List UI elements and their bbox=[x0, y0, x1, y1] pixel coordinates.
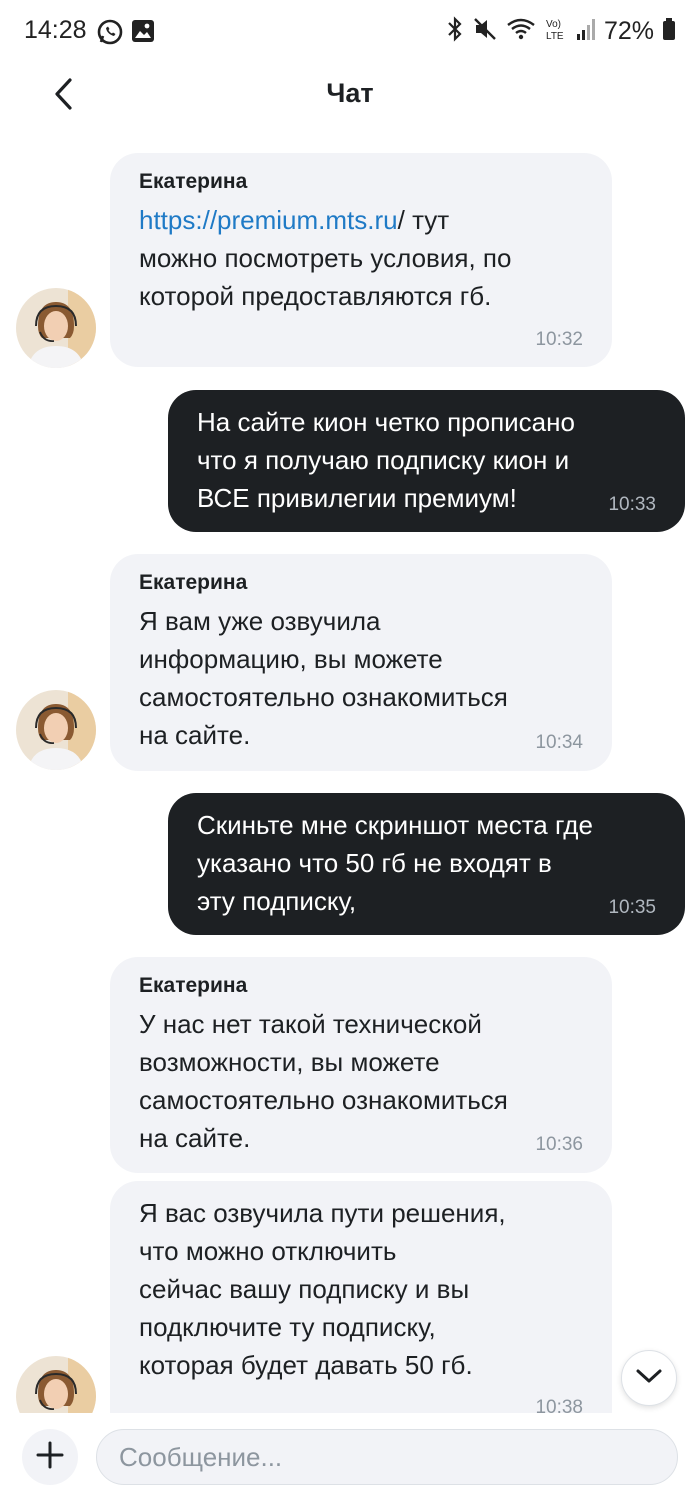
svg-text:LTE: LTE bbox=[546, 31, 564, 42]
message-time: 10:33 bbox=[608, 494, 656, 515]
signal-icon bbox=[576, 17, 596, 46]
chevron-down-icon bbox=[635, 1367, 663, 1390]
message-link[interactable]: https://premium.mts.ru bbox=[139, 205, 398, 235]
incoming-message: Екатерина https://premium.mts.ru/ тут мо… bbox=[110, 153, 612, 367]
wifi-icon bbox=[506, 16, 536, 47]
message-text: https://premium.mts.ru/ тут можно посмот… bbox=[139, 205, 512, 311]
chat-header: Чат bbox=[0, 64, 700, 128]
incoming-message: Екатерина Я вам уже озвучила информацию,… bbox=[110, 554, 612, 771]
message-text: Я вам уже озвучила информацию, вы можете… bbox=[139, 606, 508, 750]
message-time: 10:36 bbox=[535, 1134, 583, 1155]
message-list[interactable]: Екатерина https://premium.mts.ru/ тут мо… bbox=[0, 128, 700, 1413]
battery-icon bbox=[662, 17, 676, 46]
gallery-icon bbox=[130, 18, 156, 51]
message-input[interactable] bbox=[96, 1429, 678, 1485]
operator-avatar bbox=[16, 288, 96, 368]
message-text: Я вас озвучила пути решения, что можно о… bbox=[139, 1198, 506, 1380]
operator-avatar bbox=[16, 690, 96, 770]
svg-text:Vo): Vo) bbox=[546, 19, 561, 30]
attach-button[interactable] bbox=[22, 1429, 78, 1485]
message-composer bbox=[0, 1413, 700, 1501]
message-sender: Екатерина bbox=[139, 571, 248, 594]
message-text: На сайте кион четко прописано что я полу… bbox=[197, 407, 575, 513]
message-time: 10:38 bbox=[535, 1397, 583, 1413]
page-title: Чат bbox=[326, 78, 374, 108]
incoming-message: Екатерина У нас нет такой технической во… bbox=[110, 957, 612, 1173]
message-time: 10:34 bbox=[535, 732, 583, 753]
bluetooth-icon bbox=[446, 16, 464, 47]
volte-icon: Vo) LTE bbox=[544, 16, 568, 47]
status-time: 14:28 bbox=[24, 16, 87, 44]
message-text: У нас нет такой технической возможности,… bbox=[139, 1009, 508, 1153]
outgoing-message: Скиньте мне скриншот места где указано ч… bbox=[168, 793, 685, 935]
message-sender: Екатерина bbox=[139, 170, 248, 193]
message-sender: Екатерина bbox=[139, 974, 248, 997]
incoming-message: Я вас озвучила пути решения, что можно о… bbox=[110, 1181, 612, 1413]
operator-avatar bbox=[16, 1356, 96, 1413]
message-time: 10:35 bbox=[608, 897, 656, 918]
mute-icon bbox=[472, 16, 498, 47]
plus-icon bbox=[36, 1441, 64, 1474]
scroll-to-bottom-button[interactable] bbox=[621, 1350, 677, 1406]
battery-percent: 72% bbox=[603, 17, 654, 45]
outgoing-message: На сайте кион четко прописано что я полу… bbox=[168, 390, 685, 532]
message-text: Скиньте мне скриншот места где указано ч… bbox=[197, 810, 593, 916]
status-bar: 14:28 Vo) LTE 72% bbox=[0, 0, 700, 64]
message-time: 10:32 bbox=[535, 329, 583, 350]
whatsapp-icon bbox=[96, 18, 124, 51]
